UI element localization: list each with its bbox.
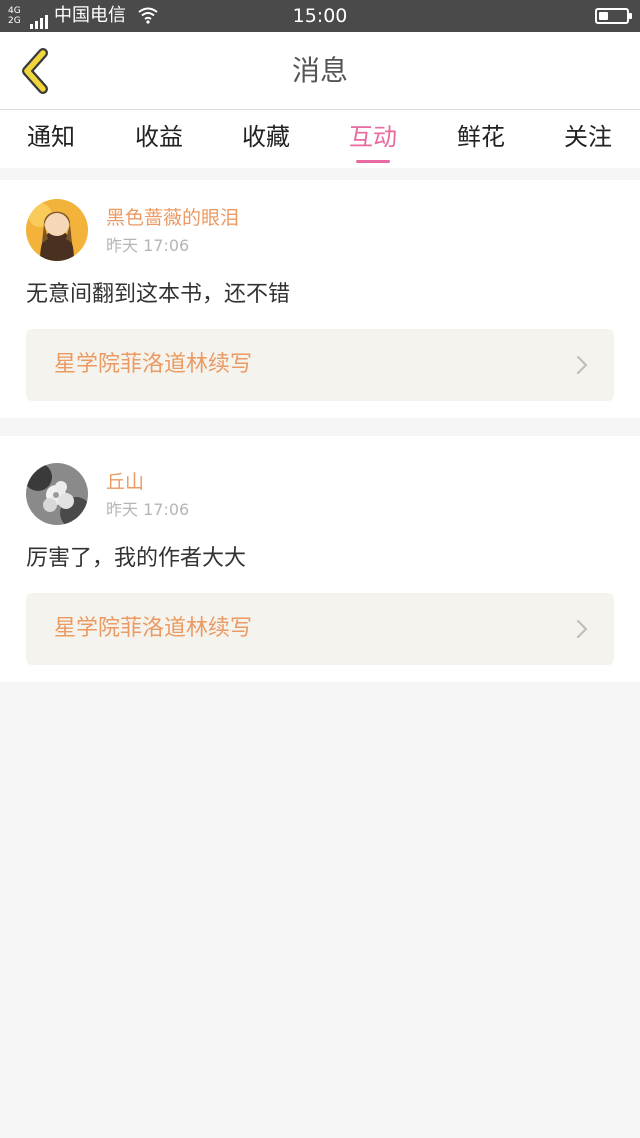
tab-label: 关注 <box>564 123 612 151</box>
clock: 15:00 <box>292 5 348 27</box>
avatar[interactable] <box>26 463 88 525</box>
book-title: 星学院菲洛道林续写 <box>54 352 253 377</box>
chevron-right-icon <box>577 620 588 638</box>
book-link[interactable]: 星学院菲洛道林续写 <box>26 593 614 665</box>
tab-flowers[interactable]: 鲜花 <box>436 120 526 154</box>
tab-label: 通知 <box>27 123 75 151</box>
nav-bar: 消息 <box>0 32 640 110</box>
comment-text: 无意间翻到这本书，还不错 <box>26 282 291 307</box>
tab-interaction[interactable]: 互动 <box>328 120 418 163</box>
battery-icon <box>595 8 632 24</box>
battery-fill <box>599 12 608 20</box>
tab-label: 鲜花 <box>457 123 505 151</box>
tab-bar: 通知 收益 收藏 互动 鲜花 关注 <box>0 110 640 168</box>
page-title: 消息 <box>291 54 348 87</box>
tab-label: 互动 <box>349 123 397 151</box>
chevron-right-icon <box>577 356 588 374</box>
tab-label: 收益 <box>135 123 183 151</box>
tab-earnings[interactable]: 收益 <box>114 120 204 154</box>
message-card: 丘山 昨天 17:06 厉害了，我的作者大大 星学院菲洛道林续写 <box>0 436 640 682</box>
tab-following[interactable]: 关注 <box>543 120 633 154</box>
tab-favorites[interactable]: 收藏 <box>221 120 311 154</box>
message-card: 黑色蔷薇的眼泪 昨天 17:06 无意间翻到这本书，还不错 星学院菲洛道林续写 <box>0 180 640 418</box>
username[interactable]: 丘山 <box>106 470 144 494</box>
tab-label: 收藏 <box>242 123 290 151</box>
status-bar: 4G 2G 中国电信 15:00 <box>0 0 640 32</box>
tab-notification[interactable]: 通知 <box>6 120 96 154</box>
avatar[interactable] <box>26 199 88 261</box>
book-link[interactable]: 星学院菲洛道林续写 <box>26 329 614 401</box>
timestamp: 昨天 17:06 <box>106 500 190 519</box>
comment-text: 厉害了，我的作者大大 <box>26 546 247 571</box>
active-tab-indicator <box>356 160 390 163</box>
book-title: 星学院菲洛道林续写 <box>54 616 253 641</box>
timestamp: 昨天 17:06 <box>106 236 190 255</box>
username[interactable]: 黑色蔷薇的眼泪 <box>106 206 239 230</box>
